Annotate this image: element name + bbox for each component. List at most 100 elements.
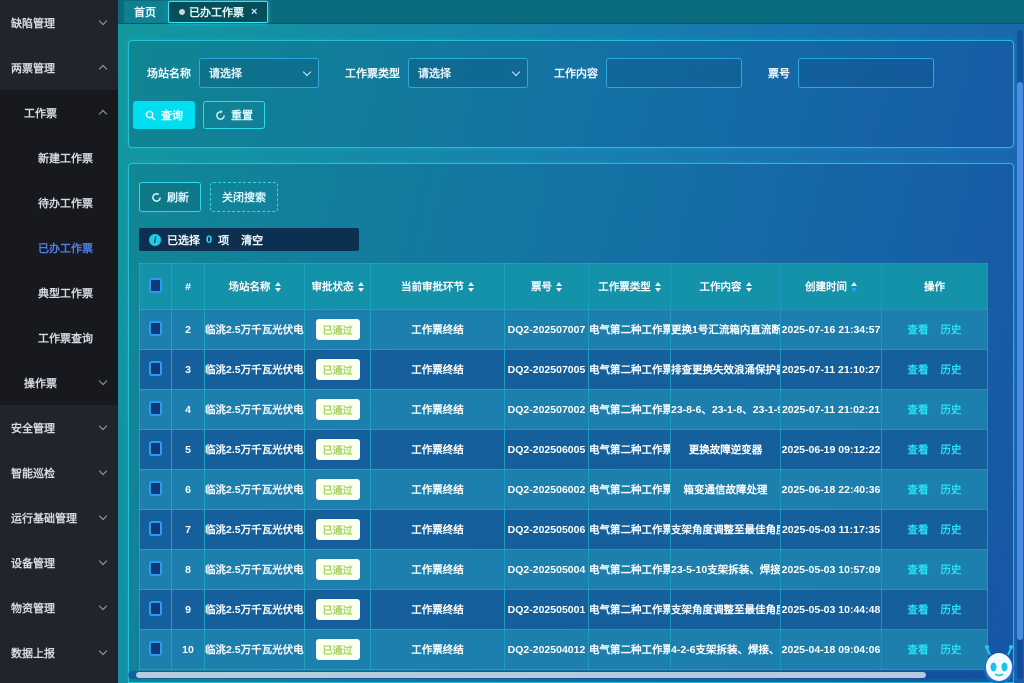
sidebar-item-10[interactable]: 智能巡检 [0,450,118,495]
select-value: 请选择 [209,65,242,81]
history-link[interactable]: 历史 [941,364,962,376]
history-link[interactable]: 历史 [941,564,962,576]
sidebar-item-3[interactable]: 新建工作票 [0,135,118,180]
column-header-content[interactable]: 工作内容 [671,264,781,310]
cell-station: 临洮2.5万千瓦光伏电.. [205,364,305,376]
column-header-created[interactable]: 创建时间 [781,264,882,310]
view-link[interactable]: 查看 [908,404,929,416]
chevron-down-icon [99,602,107,610]
row-checkbox[interactable] [149,401,162,416]
text-input[interactable] [606,58,742,88]
row-checkbox[interactable] [149,481,162,496]
view-link[interactable]: 查看 [908,524,929,536]
cell-created: 2025-04-18 09:04:06 [782,644,881,656]
history-link[interactable]: 历史 [941,604,962,616]
sidebar-item-4[interactable]: 待办工作票 [0,180,118,225]
tab-1[interactable]: 已办工作票× [168,1,268,23]
sort-icon[interactable] [358,282,364,292]
sort-icon[interactable] [275,282,281,292]
sort-icon[interactable] [746,282,752,292]
column-header-ticket[interactable]: 票号 [505,264,589,310]
horizontal-scrollbar[interactable] [128,671,1010,679]
sidebar-item-0[interactable]: 缺陷管理 [0,0,118,45]
history-link[interactable]: 历史 [941,404,962,416]
view-link[interactable]: 查看 [908,324,929,336]
sidebar-item-1[interactable]: 两票管理 [0,45,118,90]
table-row: 2临洮2.5万千瓦光伏电..已通过工作票终结DQ2-202507007电气第二种… [140,310,988,350]
sidebar-item-11[interactable]: 运行基础管理 [0,495,118,540]
tab-0[interactable]: 首页 [124,1,166,23]
history-link[interactable]: 历史 [941,484,962,496]
cell-content: 箱变通信故障处理 [684,484,768,496]
vertical-scrollbar-thumb[interactable] [1017,82,1023,640]
view-link[interactable]: 查看 [908,604,929,616]
cell-station: 临洮2.5万千瓦光伏电.. [205,644,305,656]
sidebar-item-7[interactable]: 工作票查询 [0,315,118,360]
sidebar-item-label: 已办工作票 [38,240,93,256]
sidebar-item-label: 智能巡检 [11,465,55,481]
clear-selection-link[interactable]: 清空 [241,232,263,248]
sidebar-item-12[interactable]: 设备管理 [0,540,118,585]
column-header-status[interactable]: 审批状态 [305,264,371,310]
row-checkbox[interactable] [149,321,162,336]
row-checkbox[interactable] [149,441,162,456]
sidebar-item-6[interactable]: 典型工作票 [0,270,118,315]
status-badge: 已通过 [316,399,360,420]
sidebar-item-8[interactable]: 操作票 [0,360,118,405]
history-link[interactable]: 历史 [941,444,962,456]
column-header-station[interactable]: 场站名称 [205,264,305,310]
view-link[interactable]: 查看 [908,444,929,456]
history-link[interactable]: 历史 [941,324,962,336]
sidebar-item-13[interactable]: 物资管理 [0,585,118,630]
horizontal-scrollbar-thumb[interactable] [136,672,926,678]
refresh-icon [151,192,162,203]
table-row: 9临洮2.5万千瓦光伏电..已通过工作票终结DQ2-202505001电气第二种… [140,590,988,630]
sidebar-item-2[interactable]: 工作票 [0,90,118,135]
sidebar-item-9[interactable]: 安全管理 [0,405,118,450]
cell-station: 临洮2.5万千瓦光伏电.. [205,524,305,536]
cell-ticket: DQ2-202505001 [508,604,586,616]
view-link[interactable]: 查看 [908,644,929,656]
select-dropdown[interactable]: 请选择 [199,58,319,88]
view-link[interactable]: 查看 [908,364,929,376]
tab-close-icon[interactable]: × [251,6,257,18]
history-link[interactable]: 历史 [941,644,962,656]
select-dropdown[interactable]: 请选择 [408,58,528,88]
column-header-type[interactable]: 工作票类型 [589,264,671,310]
view-link[interactable]: 查看 [908,484,929,496]
search-fields-row: 场站名称请选择工作票类型请选择工作内容票号 [129,41,1013,88]
row-checkbox[interactable] [149,601,162,616]
row-checkbox[interactable] [149,521,162,536]
table-row: 7临洮2.5万千瓦光伏电..已通过工作票终结DQ2-202505006电气第二种… [140,510,988,550]
sidebar-item-14[interactable]: 数据上报 [0,630,118,675]
sort-icon[interactable] [851,282,857,292]
text-input[interactable] [798,58,934,88]
select-all-checkbox[interactable] [149,278,162,293]
query-button-label: 查询 [161,107,183,123]
vertical-scrollbar[interactable] [1017,30,1023,679]
refresh-button[interactable]: 刷新 [139,182,201,212]
history-link[interactable]: 历史 [941,524,962,536]
status-badge: 已通过 [316,319,360,340]
reset-button[interactable]: 重置 [203,101,265,129]
sidebar-item-5[interactable]: 已办工作票 [0,225,118,270]
selection-prefix: 已选择 [167,232,200,248]
sidebar-item-label: 工作票查询 [38,330,93,346]
search-icon [145,110,156,121]
column-header-step[interactable]: 当前审批环节 [371,264,505,310]
close-search-button[interactable]: 关闭搜索 [210,182,278,212]
search-field-2: 工作内容 [554,58,742,88]
cell-created: 2025-05-03 10:57:09 [782,564,881,576]
view-link[interactable]: 查看 [908,564,929,576]
row-checkbox[interactable] [149,361,162,376]
assistant-robot-button[interactable] [978,643,1020,683]
row-checkbox[interactable] [149,561,162,576]
table-row: 5临洮2.5万千瓦光伏电..已通过工作票终结DQ2-202506005电气第二种… [140,430,988,470]
refresh-button-label: 刷新 [167,189,189,205]
sort-icon[interactable] [556,282,562,292]
sort-icon[interactable] [655,282,661,292]
status-badge: 已通过 [316,519,360,540]
query-button[interactable]: 查询 [133,101,195,129]
sort-icon[interactable] [468,282,474,292]
row-checkbox[interactable] [149,641,162,656]
